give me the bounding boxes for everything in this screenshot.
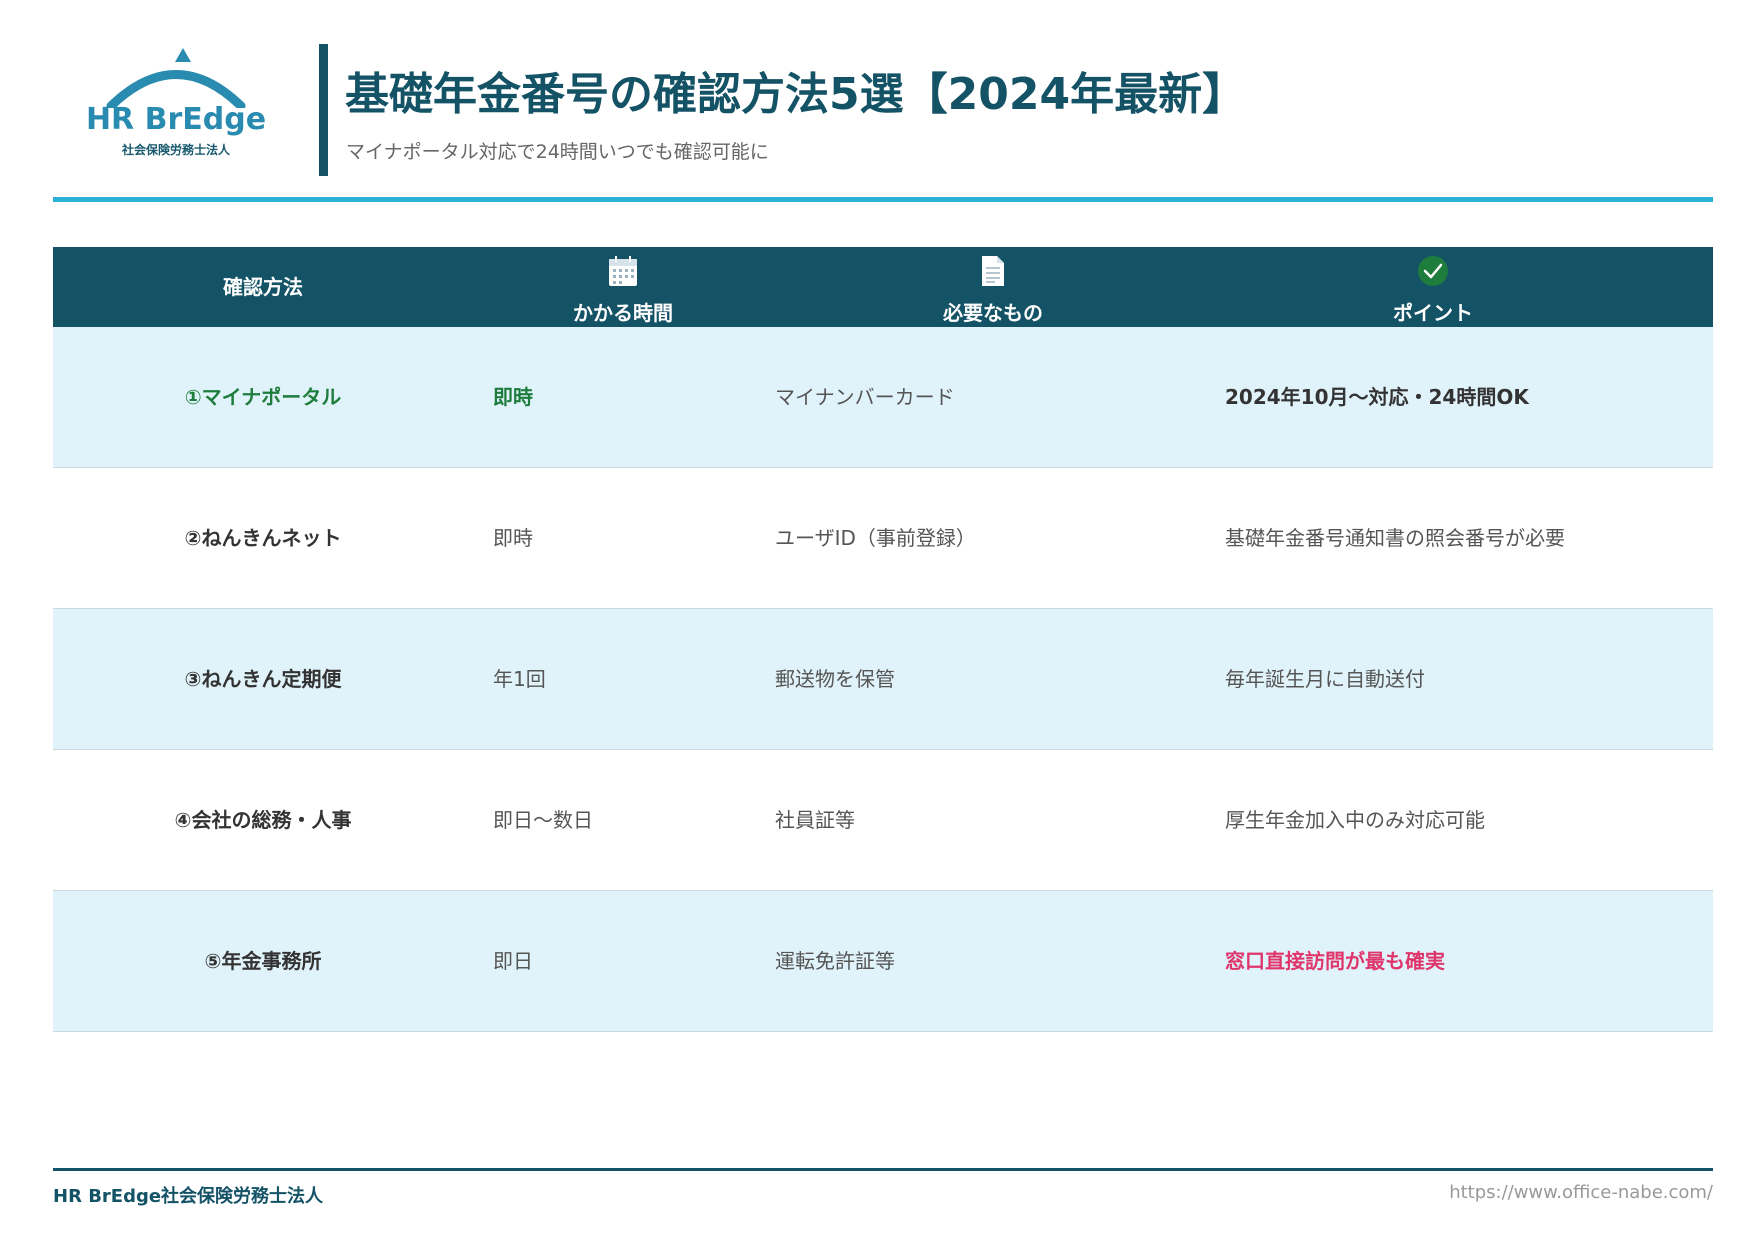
header-point-label: ポイント <box>1393 301 1473 325</box>
need-cell: 郵送物を保管 <box>775 667 895 691</box>
title-accent-bar <box>319 44 328 176</box>
time-cell: 即日～数日 <box>493 808 593 832</box>
table-row: ①マイナポータル 即時 マイナンバーカード 2024年10月～対応・24時間OK <box>53 327 1713 468</box>
comparison-table: 確認方法 かかる時間 必要なもの ポイント ①マイナポータル 即時 マイナンバー… <box>53 247 1713 1032</box>
table-row: ④会社の総務・人事 即日～数日 社員証等 厚生年金加入中のみ対応可能 <box>53 750 1713 891</box>
method-cell: ①マイナポータル <box>184 385 342 409</box>
method-cell: ⑤年金事務所 <box>204 949 322 973</box>
point-cell: 毎年誕生月に自動送付 <box>1225 667 1425 691</box>
method-cell: ②ねんきんネット <box>184 526 342 550</box>
header-divider <box>53 197 1713 202</box>
check-circle-icon <box>1417 255 1449 292</box>
need-cell: 社員証等 <box>775 808 855 832</box>
logo-subtitle: 社会保険労務士法人 <box>121 143 230 157</box>
method-cell: ③ねんきん定期便 <box>184 667 342 691</box>
time-cell: 即日 <box>493 949 533 973</box>
header-method-label: 確認方法 <box>223 275 303 299</box>
method-cell: ④会社の総務・人事 <box>174 808 352 832</box>
footer-company: HR BrEdge社会保険労務士法人 <box>53 1186 324 1207</box>
table-header: 確認方法 かかる時間 必要なもの ポイント <box>53 247 1713 327</box>
point-cell: 厚生年金加入中のみ対応可能 <box>1225 808 1485 832</box>
logo-arch-icon <box>106 48 246 108</box>
header-method: 確認方法 <box>53 247 473 327</box>
time-cell: 年1回 <box>493 667 546 691</box>
point-cell: 基礎年金番号通知書の照会番号が必要 <box>1225 526 1565 550</box>
table-row: ⑤年金事務所 即日 運転免許証等 窓口直接訪問が最も確実 <box>53 891 1713 1032</box>
need-cell: ユーザID（事前登録） <box>775 526 976 550</box>
time-cell: 即時 <box>493 385 533 409</box>
point-cell: 2024年10月～対応・24時間OK <box>1225 385 1529 409</box>
need-cell: 運転免許証等 <box>775 949 895 973</box>
page-title: 基礎年金番号の確認方法5選【2024年最新】 <box>345 69 1247 120</box>
company-logo: HR BrEdge 社会保険労務士法人 <box>71 48 281 168</box>
header-time: かかる時間 <box>433 247 813 327</box>
need-cell: マイナンバーカード <box>775 385 955 409</box>
point-cell: 窓口直接訪問が最も確実 <box>1225 949 1445 973</box>
footer-url-link[interactable]: https://www.office-nabe.com/ <box>1449 1182 1713 1203</box>
logo-name: HR BrEdge <box>85 102 267 137</box>
header: HR BrEdge 社会保険労務士法人 基礎年金番号の確認方法5選【2024年最… <box>53 40 1713 200</box>
document-icon <box>980 255 1006 292</box>
page-subtitle: マイナポータル対応で24時間いつでも確認可能に <box>346 141 769 163</box>
header-time-label: かかる時間 <box>573 301 673 325</box>
footer-divider <box>53 1168 1713 1171</box>
header-need-label: 必要なもの <box>943 301 1043 325</box>
header-point: ポイント <box>1153 247 1713 327</box>
calendar-icon <box>608 255 638 292</box>
header-need: 必要なもの <box>793 247 1193 327</box>
time-cell: 即時 <box>493 526 533 550</box>
table-row: ③ねんきん定期便 年1回 郵送物を保管 毎年誕生月に自動送付 <box>53 609 1713 750</box>
table-row: ②ねんきんネット 即時 ユーザID（事前登録） 基礎年金番号通知書の照会番号が必… <box>53 468 1713 609</box>
